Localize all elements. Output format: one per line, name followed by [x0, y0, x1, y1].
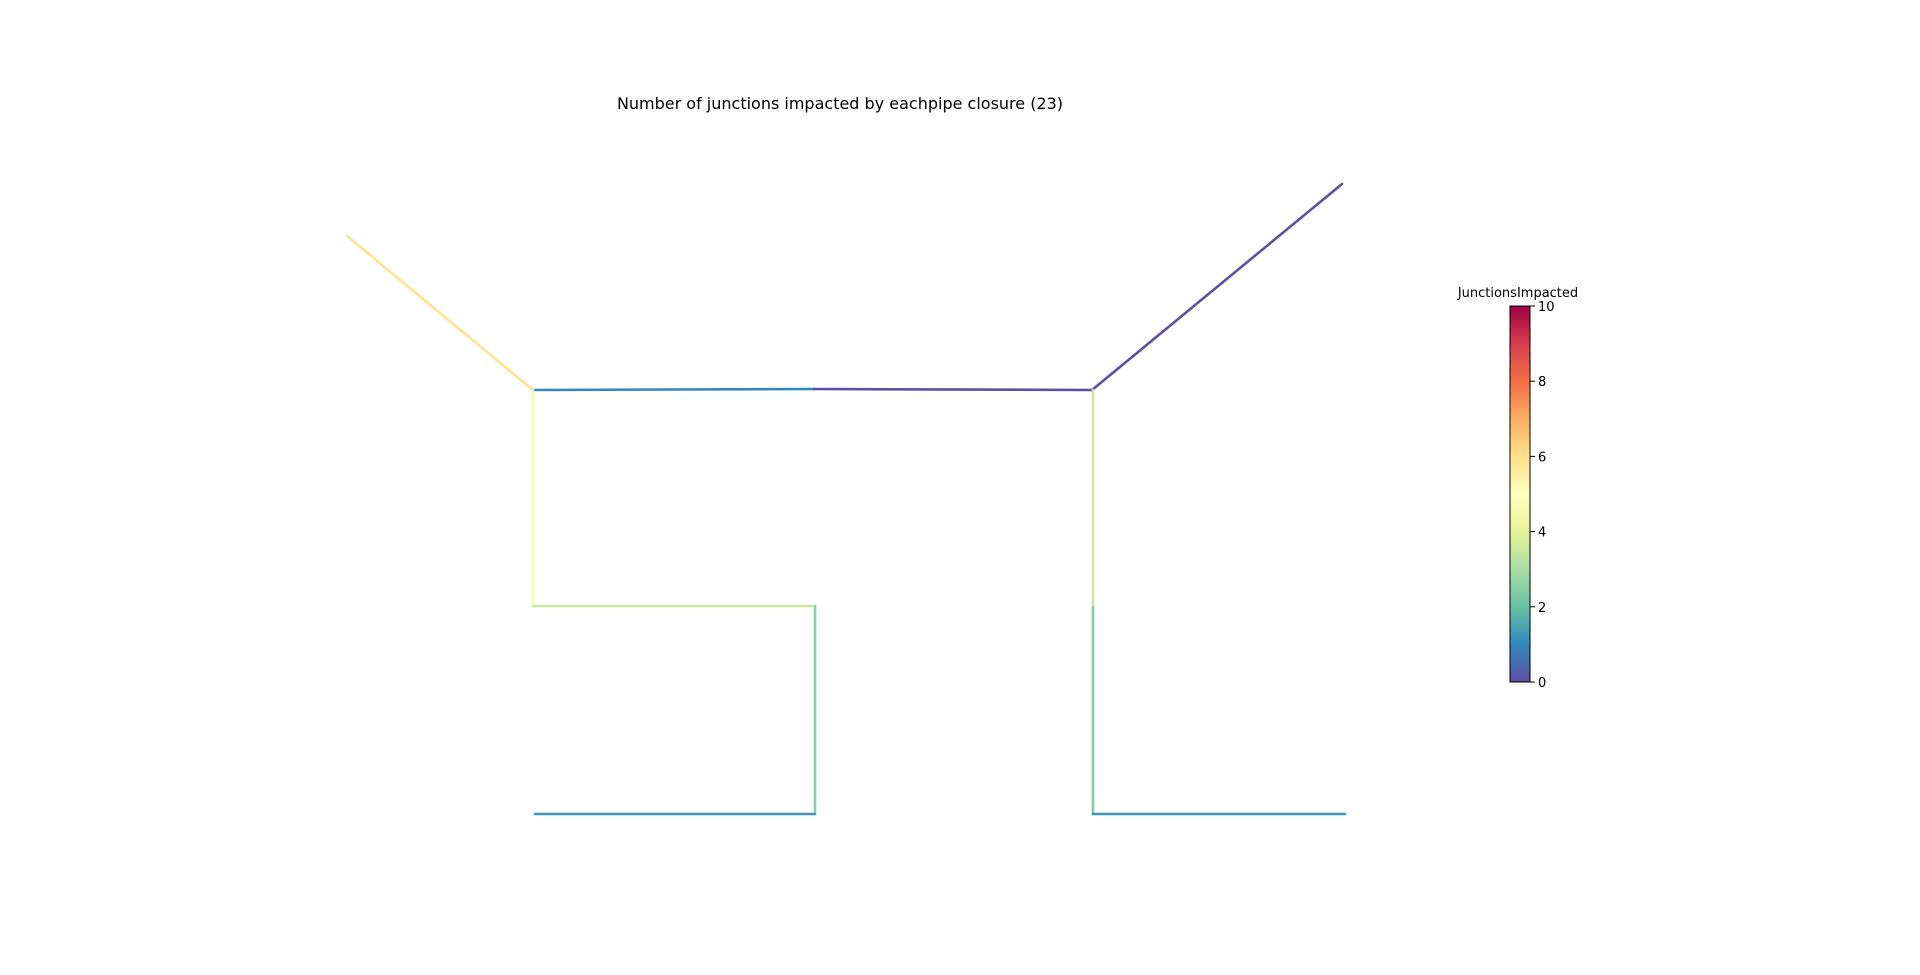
colorbar: JunctionsImpacted 0 2 4 6 8 10	[1457, 286, 1578, 691]
colorbar-label: JunctionsImpacted	[1457, 286, 1578, 301]
colorbar-scale	[1509, 305, 1531, 683]
pipe-p1	[345, 234, 535, 392]
colorbar-tick-label: 6	[1538, 450, 1546, 465]
colorbar-tick-label: 8	[1538, 375, 1546, 390]
figure-title: Number of junctions impacted by eachpipe…	[617, 94, 1063, 113]
pipe-p3	[812, 387, 1094, 392]
colorbar-tick-label: 0	[1538, 676, 1546, 691]
figure: Number of junctions impacted by eachpipe…	[345, 94, 1578, 816]
pipe-p2	[531, 387, 816, 392]
pipe-p4	[1090, 182, 1344, 392]
colorbar-tick-label: 10	[1538, 300, 1555, 315]
pipe-network	[345, 182, 1347, 816]
colorbar-ticks: 0 2 4 6 8 10	[1530, 300, 1555, 691]
colorbar-tick-label: 4	[1538, 526, 1546, 541]
colorbar-tick-label: 2	[1538, 601, 1546, 616]
